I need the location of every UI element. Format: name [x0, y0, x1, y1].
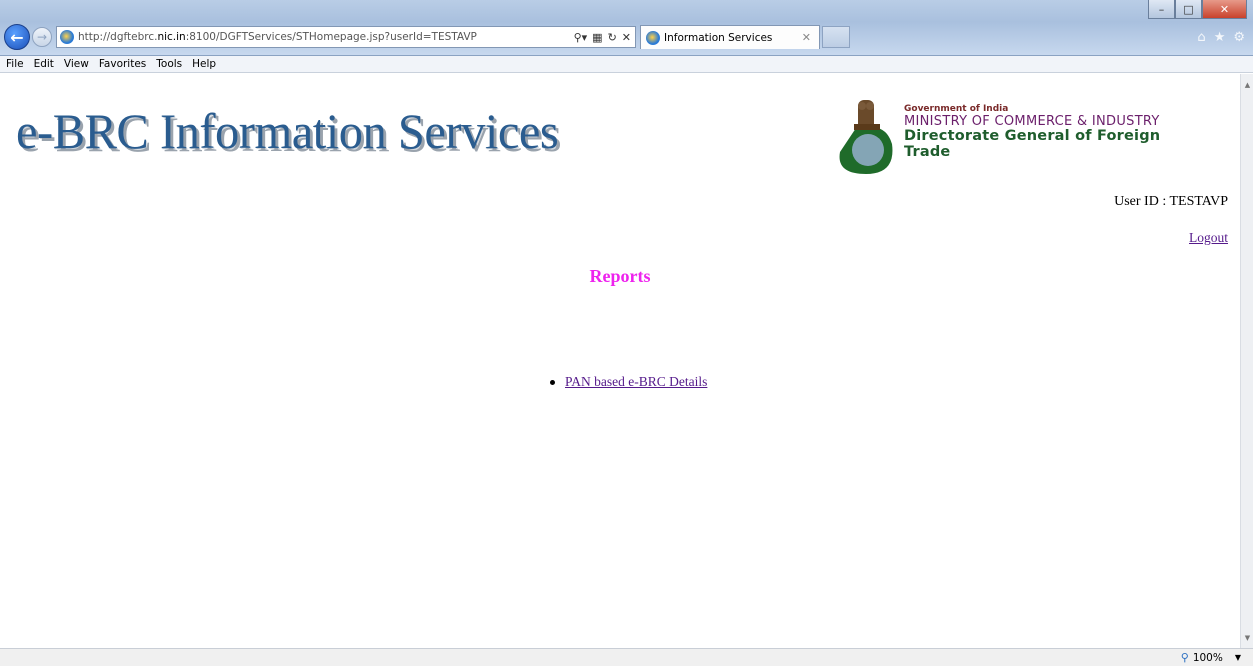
logo-text: Government of India MINISTRY OF COMMERCE… [904, 104, 1180, 160]
home-icon[interactable]: ⌂ [1197, 30, 1205, 45]
favorites-star-icon[interactable]: ★ [1214, 30, 1226, 45]
search-icon[interactable]: ⚲▾ [574, 31, 588, 44]
navigation-row: ← → http://dgftebrc.nic.in:8100/DGFTServ… [4, 24, 850, 50]
page-viewport: e-BRC Information Services Government of… [0, 74, 1240, 648]
address-bar[interactable]: http://dgftebrc.nic.in:8100/DGFTServices… [56, 26, 636, 48]
menu-edit[interactable]: Edit [34, 58, 54, 70]
back-arrow-icon[interactable]: ← [4, 24, 30, 50]
gear-icon[interactable]: ⚙ [1233, 30, 1245, 45]
toolbar-icons: ⌂ ★ ⚙ [1197, 30, 1245, 45]
menu-favorites[interactable]: Favorites [99, 58, 146, 70]
scroll-down-icon[interactable]: ▼ [1241, 631, 1253, 644]
emblem-icon [839, 100, 893, 174]
chevron-down-icon[interactable]: ▼ [1235, 653, 1241, 662]
status-bar: ⚲ 100% ▼ [0, 648, 1253, 666]
bullet-icon [550, 379, 555, 385]
logout-link[interactable]: Logout [1189, 230, 1228, 246]
dgft-logo: Government of India MINISTRY OF COMMERCE… [826, 94, 1180, 176]
site-title: e-BRC Information Services [16, 103, 559, 159]
refresh-icon[interactable]: ↻ [608, 31, 617, 44]
zoom-level: 100% [1192, 651, 1223, 664]
menu-tools[interactable]: Tools [156, 58, 182, 70]
browser-titlebar: – □ ✕ ← → http://dgftebrc.nic.in:8100/DG… [0, 0, 1253, 56]
list-item: PAN based e-BRC Details [550, 374, 707, 390]
user-id-label: User ID : TESTAVP [1114, 194, 1228, 209]
report-list: PAN based e-BRC Details [550, 374, 707, 390]
compatibility-icon[interactable]: ▦ [592, 31, 602, 44]
tab-ie-icon [646, 30, 660, 45]
address-tools: ⚲▾ ▦ ↻ ✕ [570, 31, 635, 44]
menu-bar: File Edit View Favorites Tools Help [0, 56, 1253, 73]
vertical-scrollbar[interactable]: ▲ ▼ [1240, 74, 1253, 648]
tab-close-icon[interactable]: ✕ [802, 31, 811, 44]
menu-view[interactable]: View [64, 58, 89, 70]
tab-label: Information Services [664, 31, 773, 44]
logo-dgft: Directorate General of Foreign Trade [904, 128, 1161, 160]
url-text[interactable]: http://dgftebrc.nic.in:8100/DGFTServices… [78, 31, 570, 43]
zoom-icon: ⚲ [1180, 651, 1189, 664]
forward-arrow-icon[interactable]: → [32, 27, 52, 47]
menu-help[interactable]: Help [192, 58, 216, 70]
reports-heading: Reports [589, 266, 651, 286]
tab-information-services[interactable]: Information Services ✕ [640, 25, 820, 49]
close-icon[interactable]: ✕ [1202, 0, 1247, 19]
pan-based-ebrc-details-link[interactable]: PAN based e-BRC Details [565, 374, 707, 390]
menu-file[interactable]: File [6, 58, 24, 70]
minimize-icon[interactable]: – [1148, 0, 1175, 19]
ie-page-icon [60, 30, 74, 44]
window-controls: – □ ✕ [1148, 0, 1247, 19]
new-tab-button[interactable] [822, 26, 850, 48]
zoom-control[interactable]: ⚲ 100% ▼ [1181, 651, 1241, 664]
maximize-icon[interactable]: □ [1175, 0, 1202, 19]
logo-ministry: MINISTRY OF COMMERCE & INDUSTRY [904, 114, 1160, 129]
scroll-up-icon[interactable]: ▲ [1241, 78, 1253, 91]
stop-icon[interactable]: ✕ [622, 31, 631, 44]
logo-government-of-india: Government of India [904, 104, 1009, 114]
